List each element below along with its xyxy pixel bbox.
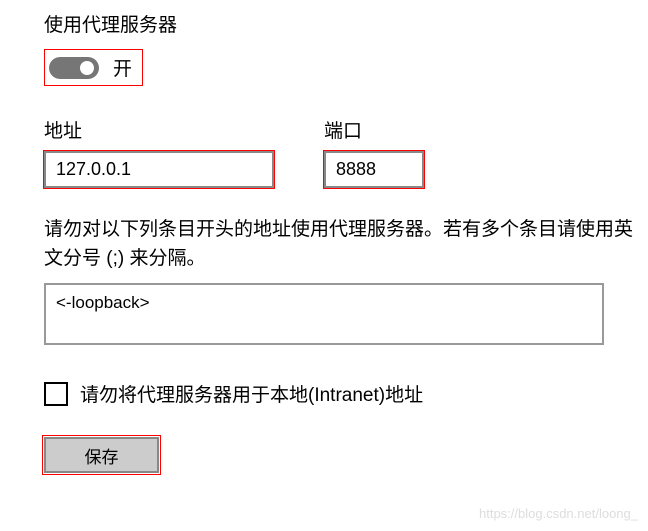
address-input[interactable] <box>44 151 274 188</box>
proxy-section-title: 使用代理服务器 <box>44 10 648 37</box>
exception-input[interactable]: <-loopback> <box>44 283 604 345</box>
proxy-toggle-label: 开 <box>113 54 132 81</box>
port-label: 端口 <box>324 116 424 143</box>
address-label: 地址 <box>44 116 274 143</box>
watermark: https://blog.csdn.net/loong_ <box>479 506 638 521</box>
intranet-checkbox-row: 请勿将代理服务器用于本地(Intranet)地址 <box>44 380 648 407</box>
toggle-knob <box>80 61 94 75</box>
save-button[interactable]: 保存 <box>44 437 159 473</box>
port-input[interactable] <box>324 151 424 188</box>
proxy-toggle-row: 开 <box>44 49 143 86</box>
address-group: 地址 <box>44 116 274 188</box>
intranet-checkbox[interactable] <box>44 382 68 406</box>
exception-instruction: 请勿对以下列条目开头的地址使用代理服务器。若有多个条目请使用英文分号 (;) 来… <box>44 216 634 273</box>
address-port-row: 地址 端口 <box>44 116 648 188</box>
port-group: 端口 <box>324 116 424 188</box>
intranet-checkbox-label: 请勿将代理服务器用于本地(Intranet)地址 <box>80 380 423 407</box>
proxy-toggle[interactable] <box>49 57 99 79</box>
